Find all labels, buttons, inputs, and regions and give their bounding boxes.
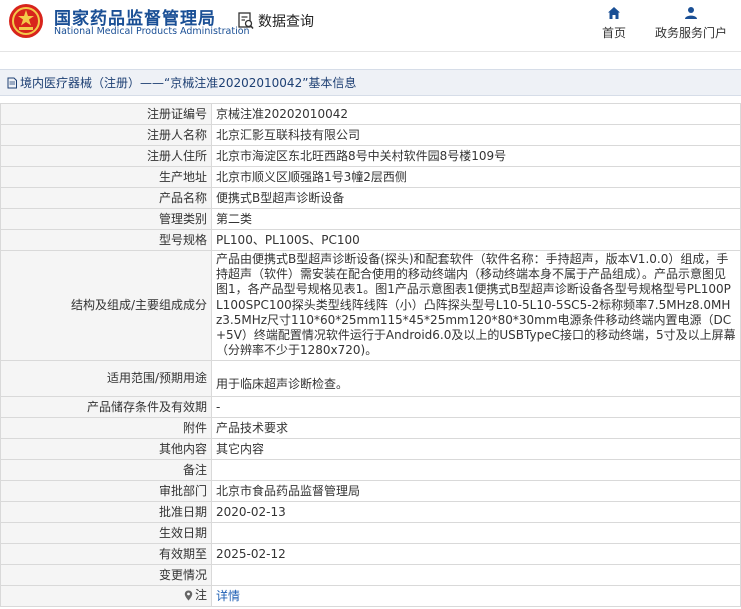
row-label: 变更情况 [0,564,212,587]
table-row: 生产地址 北京市顺义区顺强路1号3幢2层西侧 [0,166,741,188]
row-value: 2020-02-13 [211,501,741,524]
site-header: 国家药品监督管理局 National Medical Products Admi… [0,0,741,44]
table-row: 型号规格 PL100、PL100S、PC100 [0,229,741,251]
table-row: 附件 产品技术要求 [0,417,741,440]
table-row: 生效日期 [0,522,741,545]
breadcrumb-text: 境内医疗器械（注册）——“京械注准20202010042”基本信息 [20,76,357,90]
table-row: 注册人住所 北京市海淀区东北旺西路8号中关村软件园8号楼109号 [0,145,741,167]
breadcrumb: 境内医疗器械（注册）——“京械注准20202010042”基本信息 [0,69,741,96]
document-icon [7,77,17,88]
row-label: 注册人住所 [0,145,212,167]
site-subtitle[interactable]: National Medical Products Administration [54,26,250,37]
data-query-label: 数据查询 [258,14,314,30]
row-label: 产品储存条件及有效期 [0,396,212,419]
row-label: 注册证编号 [0,103,212,125]
row-value: 详情 [211,585,741,608]
row-label: 结构及组成/主要组成成分 [0,249,212,362]
table-row: 适用范围/预期用途 用于临床超声诊断检查。 [0,360,741,398]
table-row: 结构及组成/主要组成成分 产品由便携式B型超声诊断设备(探头)和配套软件（软件名称… [0,249,741,362]
row-value: 京械注准20202010042 [211,103,741,125]
document-search-icon [238,12,254,29]
details-link[interactable]: 详情 [216,589,240,603]
data-query-link[interactable]: 数据查询 [238,9,314,33]
row-value: PL100、PL100S、PC100 [211,229,741,251]
row-value: 北京市顺义区顺强路1号3幢2层西侧 [211,166,741,188]
row-value: 2025-02-12 [211,543,741,566]
national-emblem-icon [9,4,43,38]
nav-service-portal[interactable]: 政务服务门户 [655,6,727,41]
row-value: 北京市海淀区东北旺西路8号中关村软件园8号楼109号 [211,145,741,167]
row-label: 审批部门 [0,480,212,503]
table-row: 注册人名称 北京汇影互联科技有限公司 [0,124,741,146]
row-label: 管理类别 [0,208,212,230]
note-label-text: 注 [194,587,207,602]
row-label: 注册人名称 [0,124,212,146]
row-value [211,564,741,587]
row-label: 备注 [0,459,212,482]
row-value: 北京汇影互联科技有限公司 [211,124,741,146]
nav-service-label: 政务服务门户 [655,26,728,40]
note-label: 注 [184,588,207,603]
row-value: 北京市食品药品监督管理局 [211,480,741,503]
note-label-cell: 注 [0,585,212,608]
home-icon [608,7,620,19]
table-row: 管理类别 第二类 [0,208,741,230]
row-value [211,522,741,545]
table-row: 注 详情 [0,585,741,608]
map-pin-icon [184,590,193,601]
table-row: 注册证编号 京械注准20202010042 [0,103,741,125]
row-value: 便携式B型超声诊断设备 [211,187,741,209]
row-label: 其他内容 [0,438,212,461]
row-label: 有效期至 [0,543,212,566]
nav-home[interactable]: 首页 [602,6,626,41]
table-row: 变更情况 [0,564,741,587]
table-row: 产品名称 便携式B型超声诊断设备 [0,187,741,209]
table-row: 有效期至 2025-02-12 [0,543,741,566]
row-value: 第二类 [211,208,741,230]
row-label: 型号规格 [0,229,212,251]
device-info-table: 注册证编号 京械注准20202010042 注册人名称 北京汇影互联科技有限公司 注… [0,103,741,608]
table-row: 产品储存条件及有效期 - [0,396,741,419]
table-row: 批准日期 2020-02-13 [0,501,741,524]
row-value: 用于临床超声诊断检查。 [211,360,741,398]
row-label: 生效日期 [0,522,212,545]
user-icon [685,7,697,19]
row-value: 产品由便携式B型超声诊断设备(探头)和配套软件（软件名称：手持超声，版本V1.0… [211,249,741,362]
row-label: 产品名称 [0,187,212,209]
table-row: 审批部门 北京市食品药品监督管理局 [0,480,741,503]
row-value: 其它内容 [211,438,741,461]
row-label: 附件 [0,417,212,440]
row-value [211,459,741,482]
row-value: 产品技术要求 [211,417,741,440]
table-row: 其他内容 其它内容 [0,438,741,461]
header-divider [0,51,741,52]
nav-home-label: 首页 [602,26,627,40]
row-label: 生产地址 [0,166,212,188]
row-value: - [211,396,741,419]
row-label: 批准日期 [0,501,212,524]
table-row: 备注 [0,459,741,482]
row-label: 适用范围/预期用途 [0,360,212,398]
